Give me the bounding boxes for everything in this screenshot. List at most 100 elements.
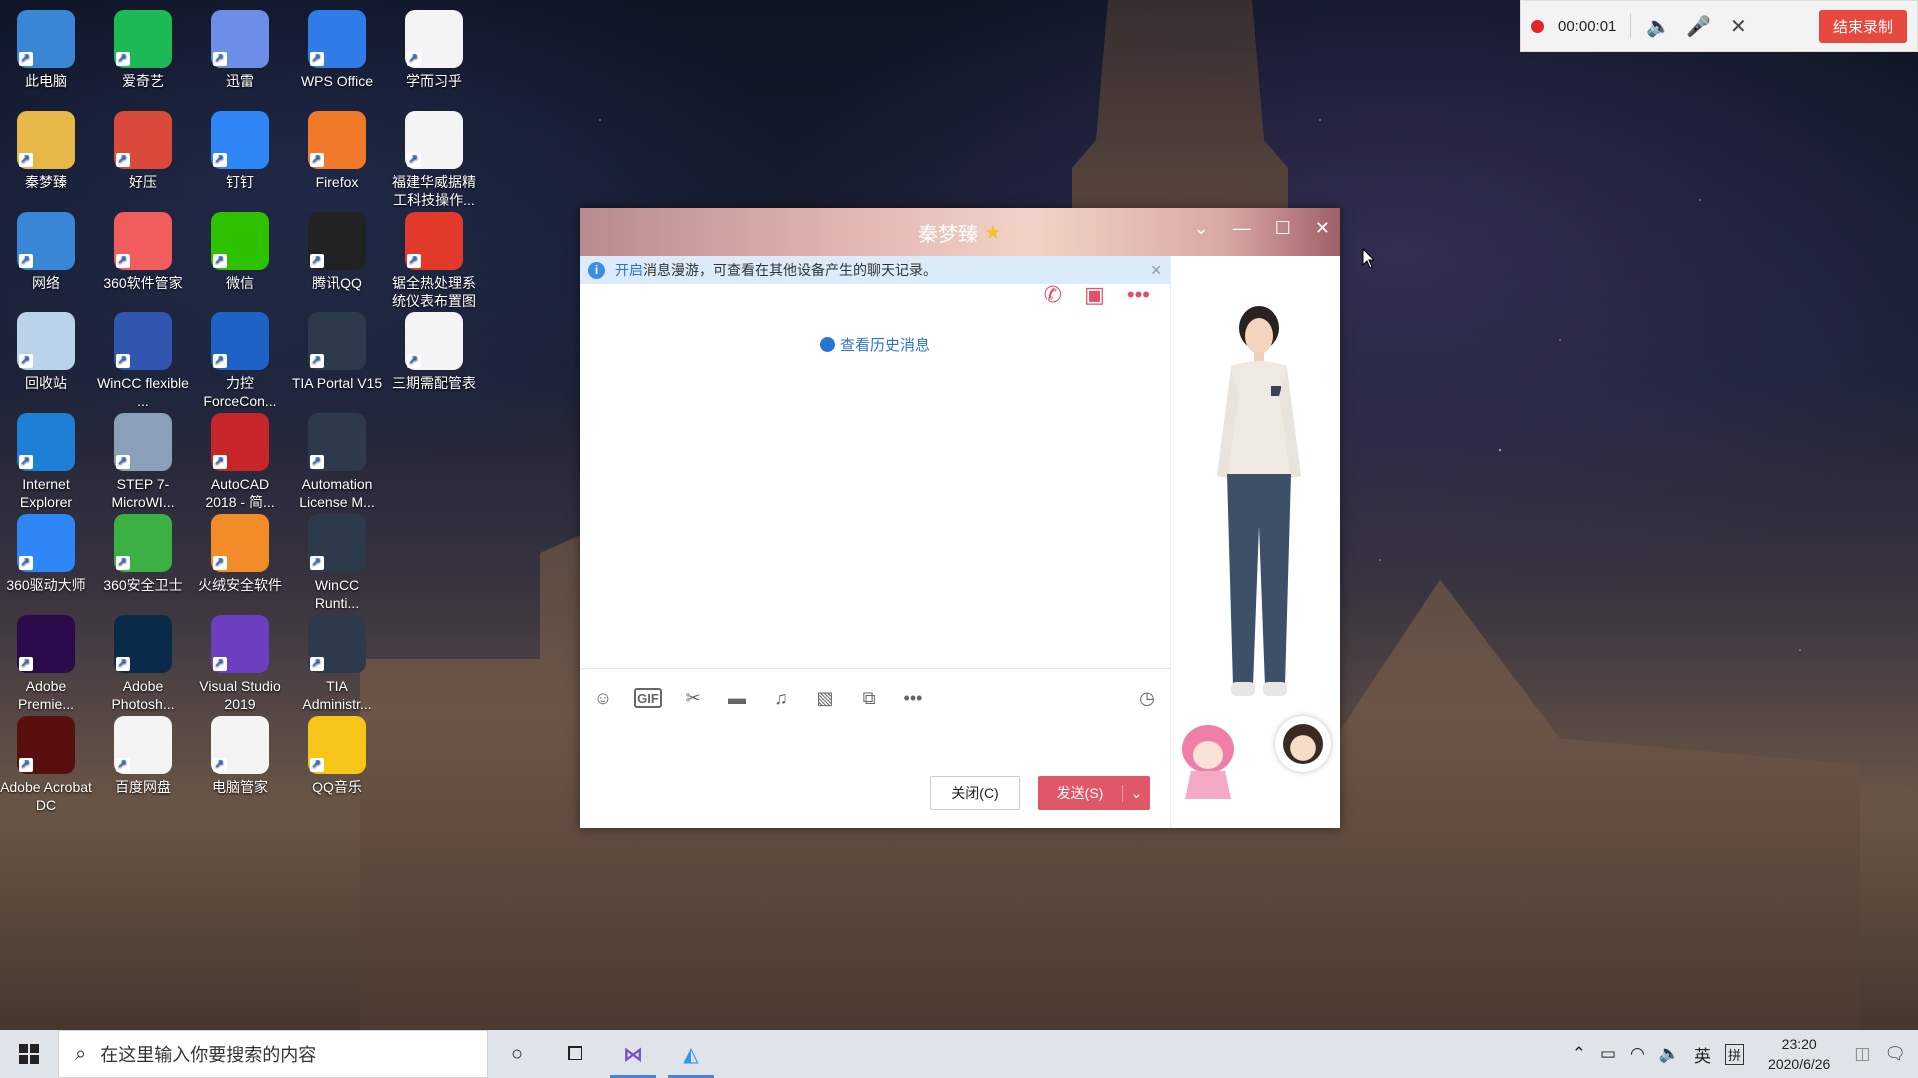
desktop-icon[interactable]: Firefox bbox=[291, 105, 383, 191]
shortcut-arrow-icon bbox=[213, 150, 227, 168]
desktop-icon[interactable]: 腾讯QQ bbox=[291, 206, 383, 292]
ime-mode[interactable]: 拼 bbox=[1725, 1043, 1745, 1065]
shortcut-arrow-icon bbox=[116, 553, 130, 571]
send-button[interactable]: 发送(S) ⌄ bbox=[1038, 776, 1150, 810]
shortcut-arrow-icon bbox=[116, 251, 130, 269]
notification-icon[interactable]: 🗨 bbox=[1884, 1044, 1906, 1064]
taskbar-search-box[interactable]: ⌕ 在这里输入你要搜索的内容 bbox=[58, 1030, 488, 1078]
baidu-netdisk-icon bbox=[114, 715, 172, 774]
gif-icon[interactable]: GIF bbox=[634, 688, 662, 708]
folder-icon[interactable]: ▬ bbox=[724, 685, 750, 711]
voice-call-icon[interactable]: ✆ bbox=[1044, 282, 1062, 308]
battery-icon[interactable]: ▭ bbox=[1600, 1044, 1616, 1064]
more-icon[interactable]: ••• bbox=[900, 685, 926, 711]
desktop-icon[interactable]: Automation License M... bbox=[291, 407, 383, 511]
wps-icon bbox=[308, 10, 366, 68]
desktop-icon[interactable]: 爱奇艺 bbox=[97, 4, 189, 90]
desktop-icon[interactable]: AutoCAD 2018 - 简... bbox=[194, 407, 286, 511]
meeting-icon[interactable]: ◫ bbox=[1854, 1044, 1870, 1064]
view-history-link[interactable]: 查看历史消息 bbox=[580, 334, 1170, 355]
wifi-icon[interactable]: ◠ bbox=[1630, 1044, 1645, 1064]
history-clock-icon[interactable]: ◷ bbox=[1134, 685, 1160, 711]
more-icon[interactable]: ••• bbox=[1127, 282, 1150, 308]
music-icon[interactable]: ♫ bbox=[768, 685, 794, 711]
desktop-icon[interactable]: 学而习乎 bbox=[388, 4, 480, 90]
desktop-icon[interactable]: Adobe Acrobat DC bbox=[0, 710, 92, 814]
desktop-icon[interactable]: 网络 bbox=[0, 206, 92, 292]
desktop-icon[interactable]: TIA Portal V15 bbox=[291, 306, 383, 392]
desktop-icon[interactable]: WPS Office bbox=[291, 4, 383, 90]
desktop-icon[interactable]: 秦梦臻 bbox=[0, 105, 92, 191]
dropdown-icon[interactable]: ⌄ bbox=[1194, 218, 1209, 239]
enable-roaming-link[interactable]: 开启 bbox=[615, 260, 643, 280]
desktop-icon[interactable]: 电脑管家 bbox=[194, 710, 286, 796]
desktop-icon[interactable]: 火绒安全软件 bbox=[194, 508, 286, 594]
close-button[interactable]: 关闭(C) bbox=[930, 776, 1020, 810]
desktop-icon[interactable]: Visual Studio 2019 bbox=[194, 609, 286, 713]
desktop-icon[interactable]: Adobe Premie... bbox=[0, 609, 92, 713]
avatar[interactable] bbox=[1275, 716, 1331, 772]
task-view-icon[interactable]: ⧠ bbox=[546, 1030, 604, 1078]
desktop-icon[interactable]: 此电脑 bbox=[0, 4, 92, 90]
desktop-icon[interactable]: Internet Explorer bbox=[0, 407, 92, 511]
desktop-icon[interactable]: WinCC flexible ... bbox=[97, 306, 189, 410]
cortana-icon[interactable]: ○ bbox=[488, 1030, 546, 1078]
maximize-icon[interactable]: ☐ bbox=[1275, 218, 1291, 239]
desktop-icon[interactable]: 微信 bbox=[194, 206, 286, 292]
desktop-icon[interactable]: 钉钉 bbox=[194, 105, 286, 191]
desktop-icon[interactable]: Adobe Photosh... bbox=[97, 609, 189, 713]
chevron-down-icon[interactable]: ⌄ bbox=[1122, 784, 1150, 802]
desktop-icon[interactable]: QQ音乐 bbox=[291, 710, 383, 796]
shortcut-arrow-icon bbox=[213, 553, 227, 571]
desktop-icon[interactable]: 福建华威据精工科技操作... bbox=[388, 105, 480, 209]
desktop-icon-label: 360安全卫士 bbox=[103, 577, 183, 593]
volume-icon[interactable]: 🔈 bbox=[1659, 1044, 1680, 1064]
image-icon[interactable]: ▧ bbox=[812, 685, 838, 711]
emoji-icon[interactable]: ☺ bbox=[590, 685, 616, 711]
desktop-icon[interactable]: 360软件管家 bbox=[97, 206, 189, 292]
screen-share-icon[interactable]: ⧉ bbox=[856, 685, 882, 711]
desktop-icon-label: Internet Explorer bbox=[19, 476, 73, 511]
desktop-icon[interactable]: 力控 ForceCon... bbox=[194, 306, 286, 410]
user-folder-icon bbox=[17, 110, 75, 169]
shortcut-arrow-icon bbox=[116, 150, 130, 168]
video-call-icon[interactable]: ▣ bbox=[1084, 282, 1105, 308]
close-icon[interactable]: ✕ bbox=[1725, 13, 1751, 39]
visual-studio-taskbar-icon[interactable]: ⋈ bbox=[604, 1030, 662, 1078]
close-icon[interactable]: ✕ bbox=[1315, 218, 1330, 239]
qq-taskbar-icon[interactable]: ◭ bbox=[662, 1030, 720, 1078]
desktop-icon[interactable]: 百度网盘 bbox=[97, 710, 189, 796]
start-button[interactable] bbox=[0, 1030, 58, 1078]
speaker-icon[interactable]: 🔈 bbox=[1645, 13, 1671, 39]
shortcut-arrow-icon bbox=[310, 755, 324, 773]
desktop-icon[interactable]: WinCC Runti... bbox=[291, 508, 383, 612]
chat-title-bar[interactable]: 秦梦臻 ★ ⌄ — ☐ ✕ bbox=[580, 208, 1340, 256]
desktop-icon-label: Adobe Photosh... bbox=[111, 677, 175, 712]
message-input[interactable] bbox=[590, 720, 1160, 768]
desktop-icon[interactable]: 锯全热处理系统仪表布置图 bbox=[388, 206, 480, 310]
end-recording-button[interactable]: 结束录制 bbox=[1818, 9, 1907, 43]
desktop-icon[interactable]: 迅雷 bbox=[194, 4, 286, 90]
desktop-icon-label: AutoCAD 2018 - 简... bbox=[205, 476, 275, 511]
desktop-icon[interactable]: 回收站 bbox=[0, 306, 92, 392]
taskbar-clock[interactable]: 23:20 2020/6/26 bbox=[1758, 1034, 1840, 1074]
chevron-up-icon[interactable]: ⌃ bbox=[1572, 1044, 1586, 1064]
desktop-icon[interactable]: 三期需配管表 bbox=[388, 306, 480, 392]
close-icon[interactable]: ✕ bbox=[1150, 262, 1162, 279]
ime-language[interactable]: 英 bbox=[1694, 1042, 1711, 1067]
desktop-icon[interactable]: 好压 bbox=[97, 105, 189, 191]
minimize-icon[interactable]: — bbox=[1233, 218, 1251, 239]
desktop-icon-label: 火绒安全软件 bbox=[198, 577, 282, 593]
license-icon bbox=[308, 413, 366, 472]
shortcut-arrow-icon bbox=[116, 49, 130, 67]
desktop-icon-label: TIA Administr... bbox=[302, 677, 372, 712]
microphone-icon[interactable]: 🎤 bbox=[1685, 13, 1711, 39]
shortcut-arrow-icon bbox=[310, 452, 324, 470]
notice-text: 消息漫游，可查看在其他设备产生的聊天记录。 bbox=[643, 262, 937, 278]
history-label: 查看历史消息 bbox=[839, 337, 930, 354]
scissors-icon[interactable]: ✂ bbox=[680, 685, 706, 711]
desktop-icon[interactable]: TIA Administr... bbox=[291, 609, 383, 713]
desktop-icon[interactable]: 360驱动大师 bbox=[0, 508, 92, 594]
desktop-icon[interactable]: 360安全卫士 bbox=[97, 508, 189, 594]
desktop-icon[interactable]: STEP 7-MicroWI... bbox=[97, 407, 189, 511]
